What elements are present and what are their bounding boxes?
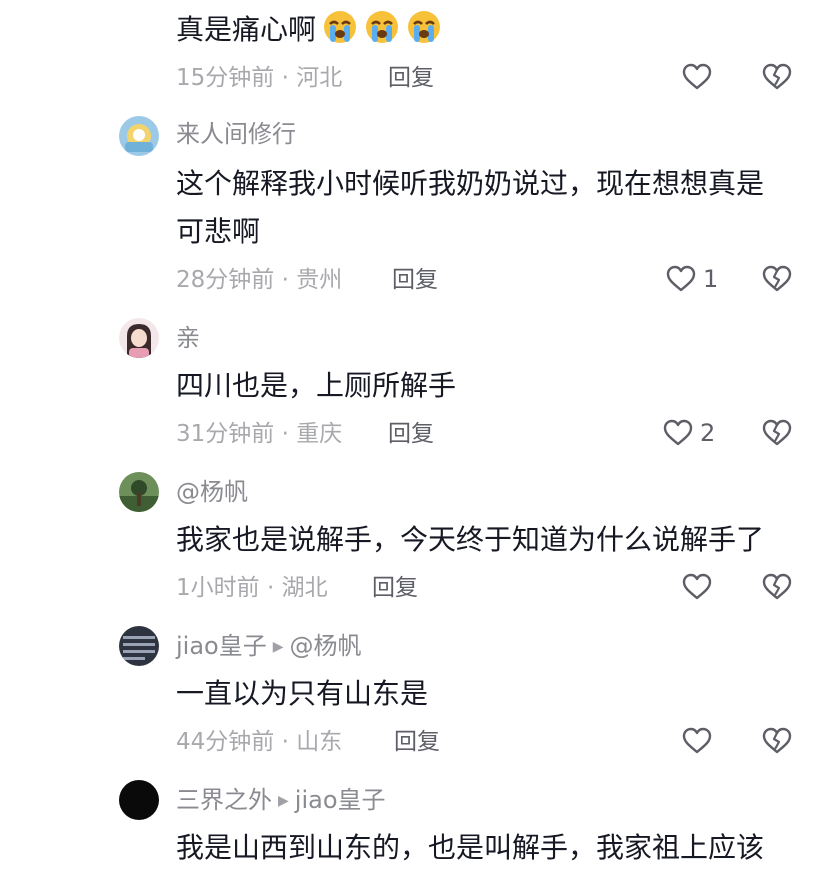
- comment-meta: 1小时前 · 湖北: [176, 575, 328, 601]
- comment-content: 真是痛心啊: [176, 6, 806, 54]
- broken-heart-icon: [761, 263, 793, 295]
- comment-username: 三界之外 ▶ jiao皇子: [176, 784, 386, 817]
- avatar[interactable]: [119, 116, 159, 156]
- comment-username[interactable]: 来人间修行: [176, 118, 296, 150]
- broken-heart-icon: [761, 61, 793, 93]
- comment-meta: 31分钟前 · 重庆: [176, 421, 343, 447]
- avatar[interactable]: [119, 472, 159, 512]
- reply-button[interactable]: 回复: [388, 418, 434, 450]
- broken-heart-icon: [761, 417, 793, 449]
- comment-location: 河北: [296, 65, 343, 91]
- dislike-button[interactable]: [761, 417, 793, 449]
- comment-time: 44分钟前: [176, 729, 275, 755]
- like-button[interactable]: [681, 571, 713, 603]
- like-count: 1: [703, 265, 719, 293]
- comment-time: 31分钟前: [176, 421, 275, 447]
- comment-time: 15分钟前: [176, 65, 275, 91]
- comment-location: 湖北: [281, 575, 328, 601]
- comment-username: jiao皇子 ▶ @杨帆: [176, 630, 362, 663]
- comment-content: 这个解释我小时候听我奶奶说过，现在想想真是 可悲啊: [176, 167, 765, 248]
- avatar[interactable]: [119, 780, 159, 820]
- triangle-right-icon: ▶: [272, 639, 284, 655]
- triangle-right-icon: ▶: [278, 793, 289, 809]
- comment-time: 28分钟前: [176, 267, 275, 293]
- dislike-button[interactable]: [761, 725, 793, 757]
- dislike-button[interactable]: [761, 263, 793, 295]
- avatar[interactable]: [119, 626, 159, 666]
- comment-meta: 44分钟前 · 山东: [176, 729, 343, 755]
- heart-outline-icon: [662, 417, 694, 449]
- comment-content: 我是山西到山东的，也是叫解手，我家祖上应该: [176, 831, 765, 864]
- loudly-crying-face-icon: [364, 9, 400, 45]
- heart-outline-icon: [681, 725, 713, 757]
- comment-meta: 28分钟前 · 贵州: [176, 267, 343, 293]
- comment-content: 我家也是说解手，今天终于知道为什么说解手了: [176, 523, 765, 556]
- broken-heart-icon: [761, 571, 793, 603]
- comment-time: 1小时前: [176, 575, 260, 601]
- comment-location: 贵州: [296, 267, 343, 293]
- loudly-crying-face-icon: [322, 9, 358, 45]
- comment-author[interactable]: jiao皇子: [176, 632, 267, 660]
- reply-to-user[interactable]: jiao皇子: [295, 786, 386, 814]
- comment-content: 一直以为只有山东是: [176, 677, 429, 710]
- like-count: 2: [700, 419, 716, 447]
- like-button[interactable]: 1: [665, 263, 718, 295]
- dislike-button[interactable]: [761, 61, 793, 93]
- heart-outline-icon: [681, 571, 713, 603]
- reply-button[interactable]: 回复: [372, 572, 418, 604]
- like-button[interactable]: [681, 725, 713, 757]
- comment-meta: 15分钟前 · 河北: [176, 65, 343, 91]
- reply-button[interactable]: 回复: [392, 264, 438, 296]
- comment-location: 山东: [296, 729, 343, 755]
- comment-username[interactable]: 亲: [176, 322, 200, 354]
- reply-button[interactable]: 回复: [388, 62, 434, 94]
- comment-location: 重庆: [296, 421, 343, 447]
- like-button[interactable]: [681, 61, 713, 93]
- comment-list: 真是痛心啊 15分钟前 · 河北 回复 来人间修行 这个解释我小时候听我奶奶说过…: [0, 0, 827, 884]
- comment-username[interactable]: @杨帆: [176, 476, 248, 508]
- comment-author[interactable]: 三界之外: [176, 786, 272, 814]
- heart-outline-icon: [665, 263, 697, 295]
- heart-outline-icon: [681, 61, 713, 93]
- like-button[interactable]: 2: [662, 417, 715, 449]
- dislike-button[interactable]: [761, 571, 793, 603]
- broken-heart-icon: [761, 725, 793, 757]
- reply-button[interactable]: 回复: [394, 726, 440, 758]
- loudly-crying-face-icon: [406, 9, 442, 45]
- comment-content: 四川也是，上厕所解手: [176, 369, 457, 402]
- reply-to-user[interactable]: @杨帆: [290, 632, 362, 660]
- avatar[interactable]: [119, 318, 159, 358]
